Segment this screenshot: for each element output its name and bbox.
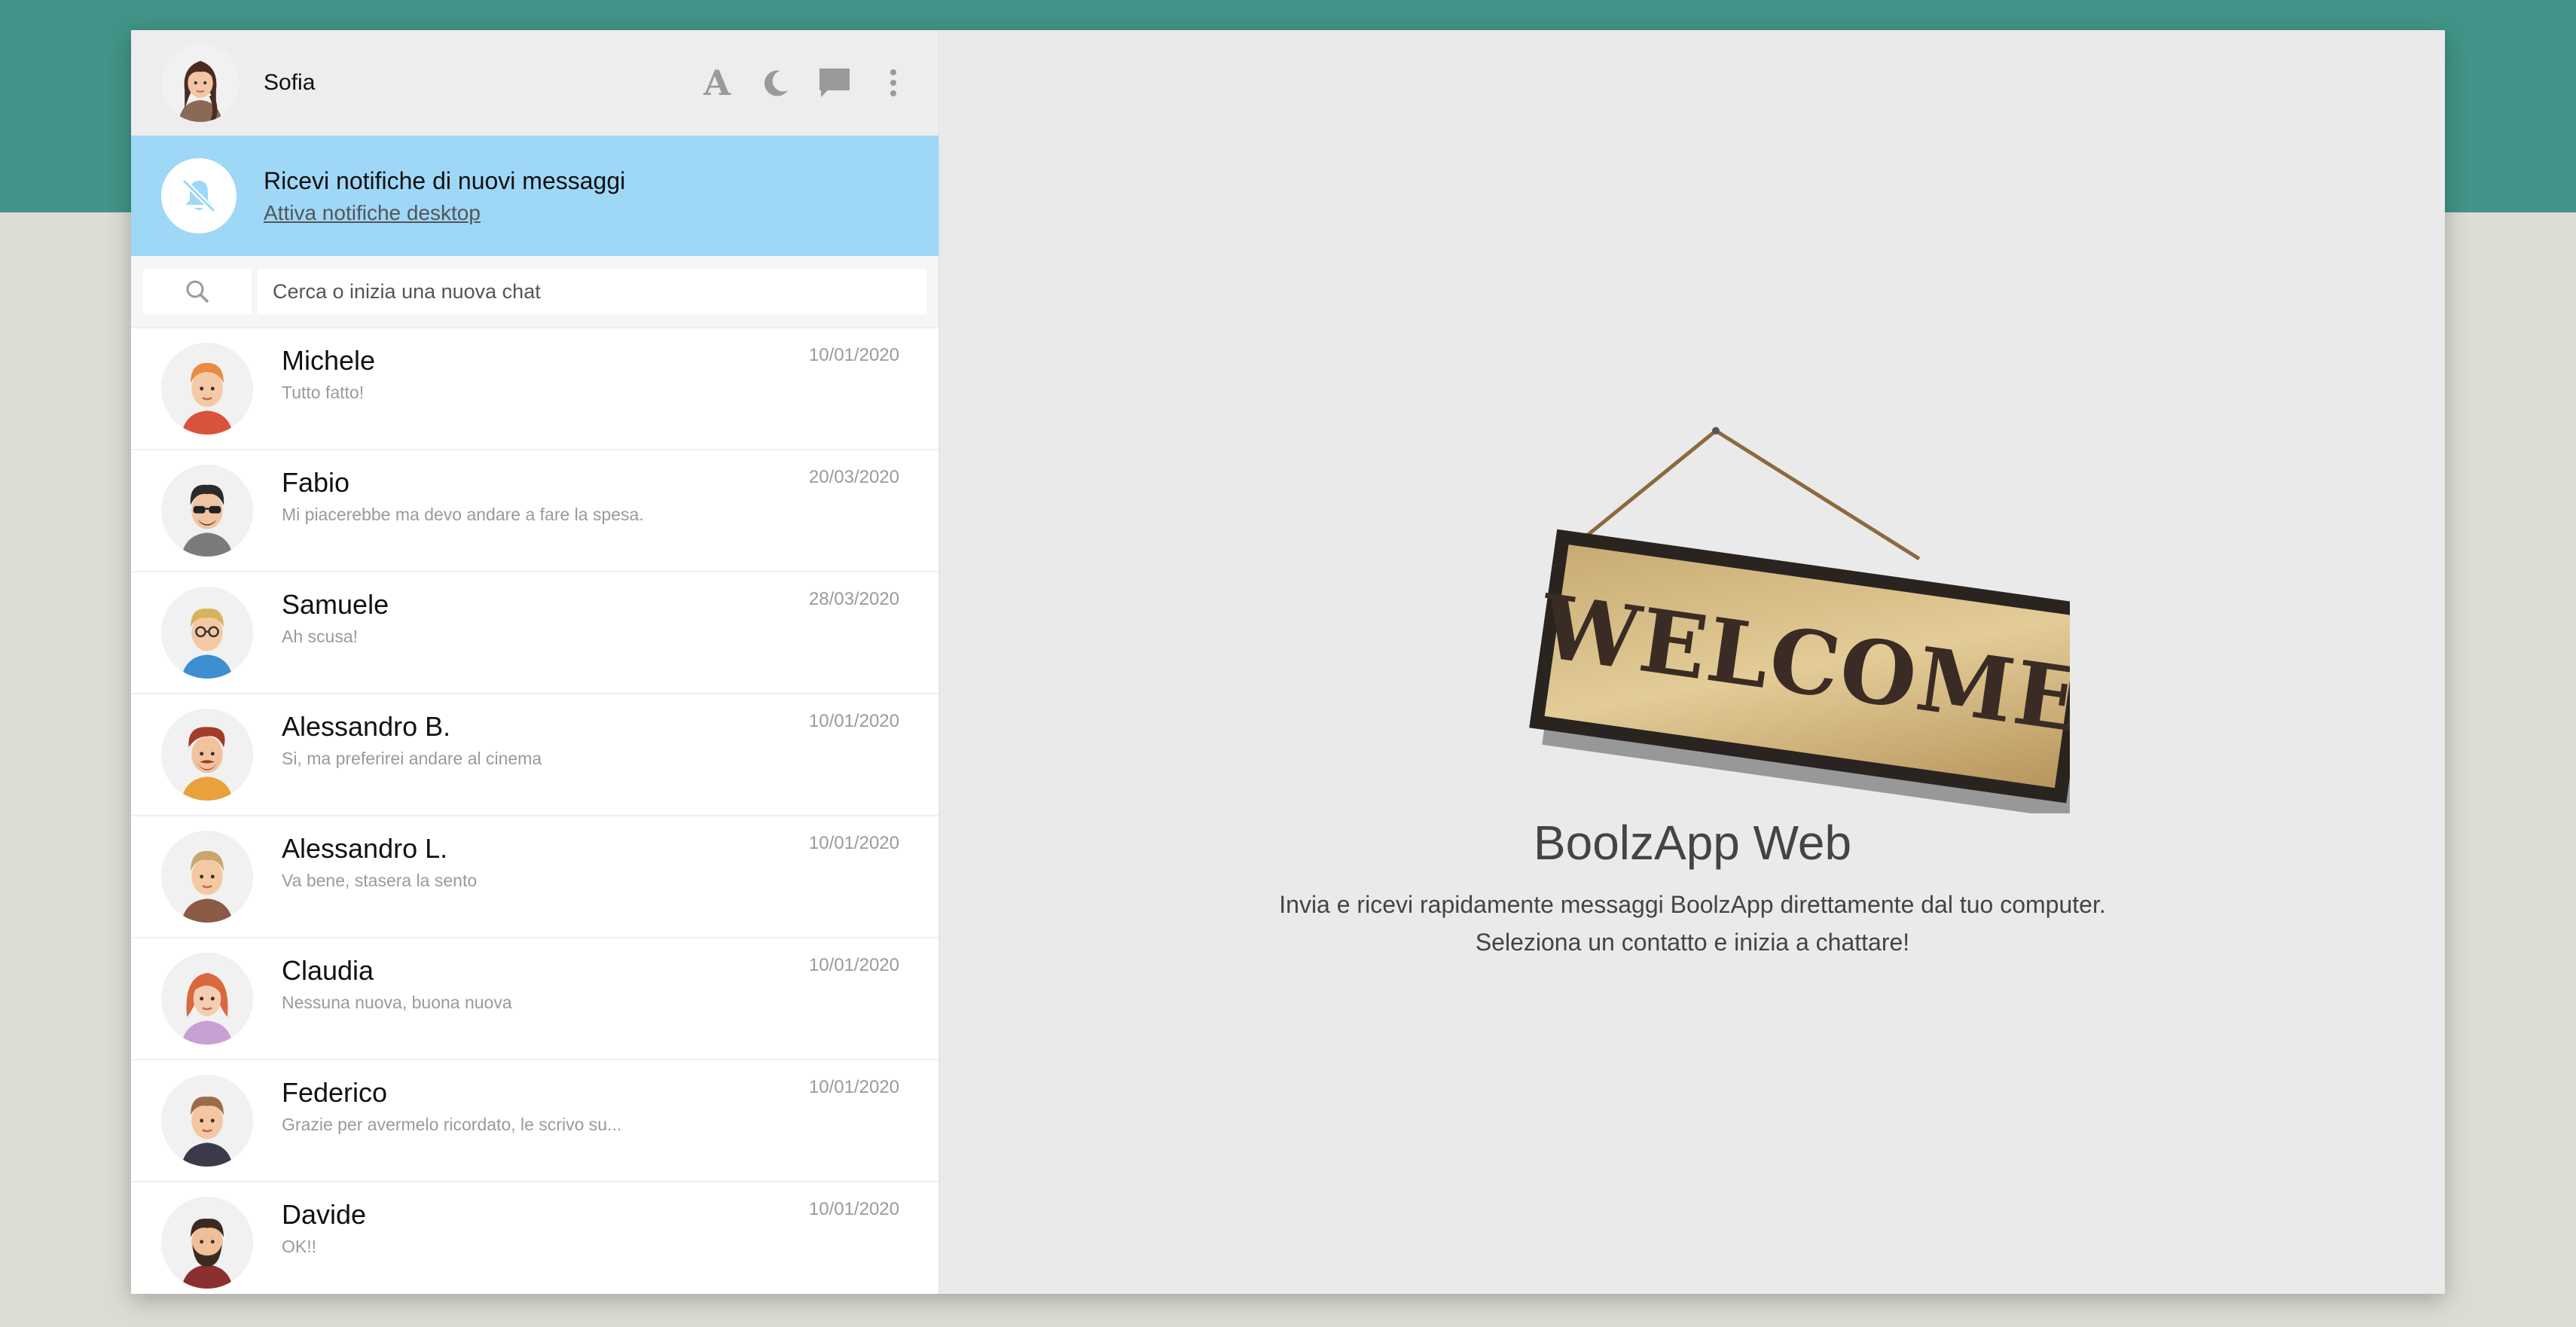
- contact-last-message: Nessuna nuova, buona nuova: [282, 993, 512, 1012]
- contact-date: 28/03/2020: [808, 589, 899, 609]
- avatar-alessandro-b-icon: [161, 709, 253, 801]
- enable-notifications-link[interactable]: Attiva notifiche desktop: [264, 201, 625, 225]
- contact-info: Alessandro B. Si, ma preferirei andare a…: [282, 694, 901, 769]
- bell-off-icon: [161, 158, 237, 233]
- contact-name: Alessandro L.: [282, 833, 448, 864]
- user-name: Sofia: [264, 70, 316, 95]
- sidebar: Sofia A Ricevi notifiche di nuovi messag…: [131, 30, 940, 1294]
- avatar: [161, 587, 253, 679]
- chat-icon[interactable]: [816, 65, 853, 101]
- contact-info: Davide OK!!: [282, 1182, 901, 1257]
- avatar-fabio-icon: [161, 465, 253, 557]
- contact-name: Alessandro B.: [282, 711, 451, 742]
- user-header: Sofia A: [131, 30, 939, 136]
- font-size-glyph: A: [704, 63, 731, 103]
- avatar: [161, 709, 253, 801]
- avatar: [161, 1197, 253, 1289]
- contact-name: Fabio: [282, 467, 350, 498]
- contact-list: Michele Tutto fatto! 10/01/2020 Fabio Mi…: [131, 328, 939, 1294]
- contact-name: Claudia: [282, 955, 374, 986]
- avatar-alessandro-l-icon: [161, 831, 253, 923]
- welcome-subtitle: Invia e ricevi rapidamente messaggi Bool…: [940, 886, 2445, 961]
- contact-date: 10/01/2020: [808, 345, 899, 365]
- contact-last-message: OK!!: [282, 1237, 317, 1256]
- contact-last-message: Si, ma preferirei andare al cinema: [282, 749, 542, 768]
- contact-info: Alessandro L. Va bene, stasera la sento: [282, 816, 901, 891]
- contact-item-claudia[interactable]: Claudia Nessuna nuova, buona nuova 10/01…: [131, 938, 939, 1060]
- contact-date: 10/01/2020: [808, 1077, 899, 1097]
- avatar: [161, 1075, 253, 1167]
- avatar-samuele-icon: [161, 587, 253, 679]
- notification-title: Ricevi notifiche di nuovi messaggi: [264, 166, 626, 194]
- contact-date: 10/01/2020: [808, 955, 899, 975]
- contact-item-alessandro-b[interactable]: Alessandro B. Si, ma preferirei andare a…: [131, 694, 939, 816]
- contact-name: Michele: [282, 345, 376, 376]
- welcome-panel: WELCOME BoolzApp Web Invia e ricevi rapi…: [940, 30, 2445, 1294]
- avatar-claudia-icon: [161, 953, 253, 1045]
- contact-name: Samuele: [282, 589, 389, 620]
- contact-last-message: Va bene, stasera la sento: [282, 871, 478, 890]
- contact-info: Fabio Mi piacerebbe ma devo andare a far…: [282, 450, 901, 525]
- contact-info: Claudia Nessuna nuova, buona nuova: [282, 938, 901, 1013]
- contact-date: 10/01/2020: [808, 833, 899, 853]
- contact-item-fabio[interactable]: Fabio Mi piacerebbe ma devo andare a far…: [131, 450, 939, 572]
- avatar-sofia-icon: [161, 44, 240, 122]
- contact-item-alessandro-l[interactable]: Alessandro L. Va bene, stasera la sento …: [131, 816, 939, 938]
- contact-item-federico[interactable]: Federico Grazie per avermelo ricordato, …: [131, 1060, 939, 1182]
- search-icon[interactable]: [143, 269, 252, 314]
- contact-name: Davide: [282, 1199, 367, 1230]
- contact-item-samuele[interactable]: Samuele Ah scusa! 28/03/2020: [131, 572, 939, 694]
- contact-last-message: Ah scusa!: [282, 627, 358, 646]
- contact-info: Samuele Ah scusa!: [282, 572, 901, 647]
- contact-item-davide[interactable]: Davide OK!! 10/01/2020: [131, 1182, 939, 1294]
- contact-info: Federico Grazie per avermelo ricordato, …: [282, 1060, 901, 1135]
- avatar-michele-icon: [161, 343, 253, 435]
- avatar-davide-icon: [161, 1197, 253, 1289]
- welcome-subtitle-line2: Seleziona un contatto e inizia a chattar…: [1475, 929, 1910, 956]
- moon-icon[interactable]: [758, 65, 794, 101]
- contact-item-michele[interactable]: Michele Tutto fatto! 10/01/2020: [131, 328, 939, 450]
- welcome-sign-image: WELCOME: [1529, 427, 2070, 813]
- avatar: [161, 343, 253, 435]
- notification-banner: Ricevi notifiche di nuovi messaggi Attiv…: [131, 136, 939, 256]
- header-actions: A: [699, 65, 911, 101]
- notification-text: Ricevi notifiche di nuovi messaggi Attiv…: [264, 167, 625, 225]
- avatar: [161, 953, 253, 1045]
- contact-last-message: Tutto fatto!: [282, 383, 365, 402]
- user-avatar[interactable]: [161, 44, 240, 122]
- contact-last-message: Mi piacerebbe ma devo andare a fare la s…: [282, 505, 644, 524]
- search-bar: [131, 256, 939, 328]
- welcome-subtitle-line1: Invia e ricevi rapidamente messaggi Bool…: [1279, 891, 2106, 918]
- contact-date: 10/01/2020: [808, 711, 899, 731]
- contact-info: Michele Tutto fatto!: [282, 328, 901, 403]
- contact-name: Federico: [282, 1077, 388, 1108]
- avatar: [161, 831, 253, 923]
- contact-date: 20/03/2020: [808, 467, 899, 487]
- avatar: [161, 465, 253, 557]
- welcome-title: BoolzApp Web: [1533, 816, 1852, 870]
- font-size-icon[interactable]: A: [699, 65, 735, 101]
- app-window: Sofia A Ricevi notifiche di nuovi messag…: [131, 30, 2445, 1294]
- contact-last-message: Grazie per avermelo ricordato, le scrivo…: [282, 1115, 622, 1134]
- search-input[interactable]: [258, 269, 926, 314]
- more-vertical-icon[interactable]: [875, 65, 911, 101]
- avatar-federico-icon: [161, 1075, 253, 1167]
- contact-date: 10/01/2020: [808, 1199, 899, 1219]
